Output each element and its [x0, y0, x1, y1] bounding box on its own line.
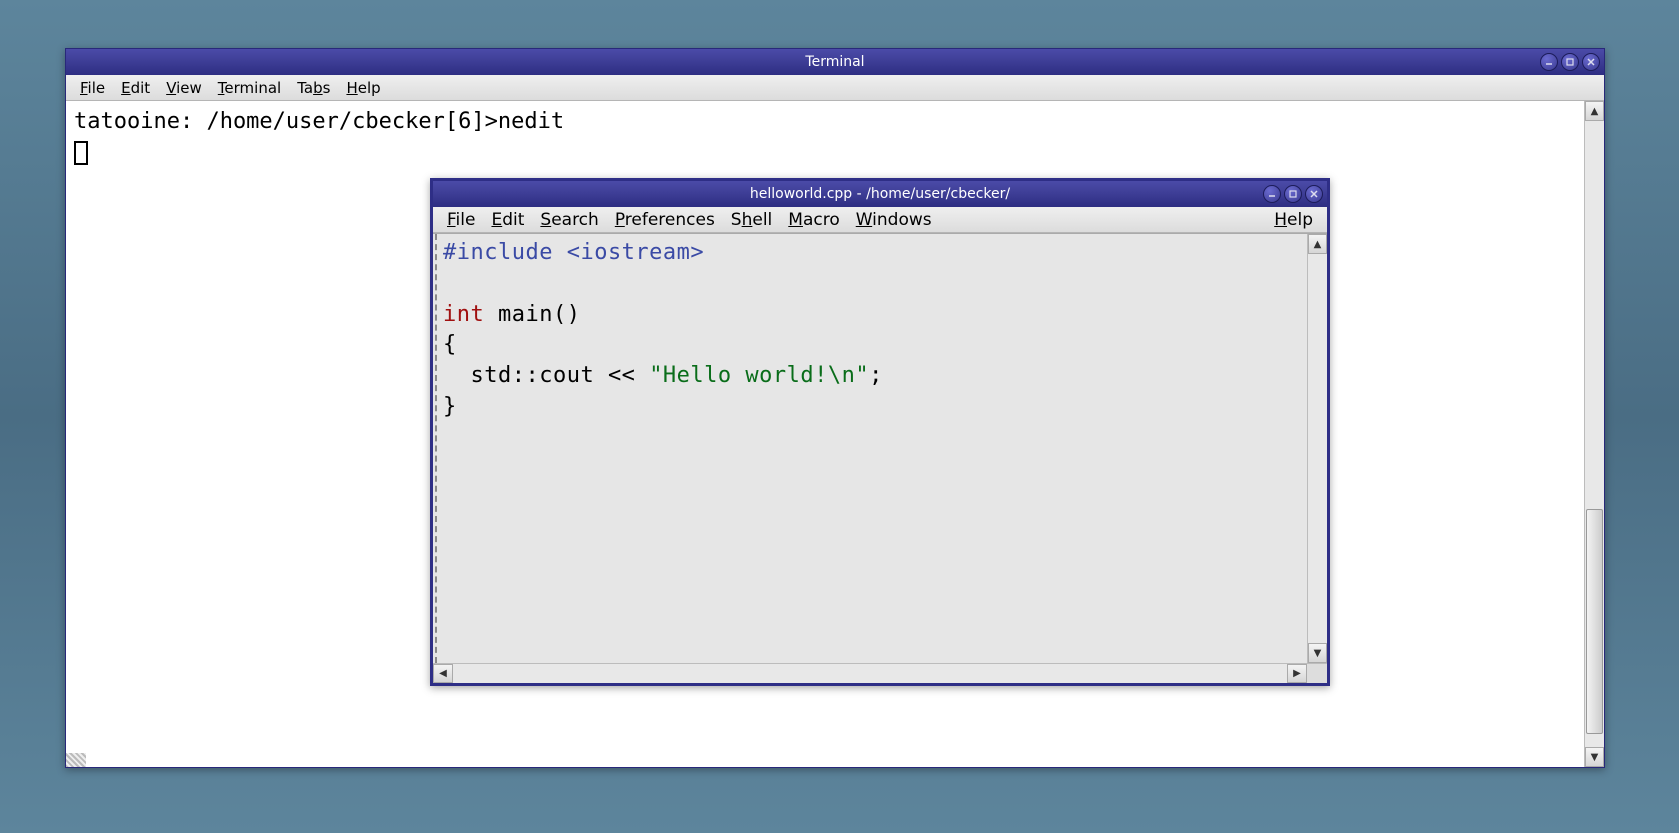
terminal-menubar: File Edit View Terminal Tabs Help: [66, 75, 1604, 101]
nedit-menubar: File Edit Search Preferences Shell Macro…: [433, 207, 1327, 233]
close-button[interactable]: [1305, 185, 1323, 203]
terminal-menu-tabs[interactable]: Tabs: [289, 77, 338, 99]
nedit-menu-preferences[interactable]: Preferences: [607, 208, 723, 232]
close-button[interactable]: [1582, 53, 1600, 71]
terminal-vertical-scrollbar[interactable]: ▲ ▼: [1584, 101, 1604, 767]
terminal-resize-grip[interactable]: [66, 753, 86, 767]
scroll-down-arrow[interactable]: ▼: [1308, 643, 1327, 663]
code-cout-indent: std::cout <<: [443, 363, 649, 388]
terminal-menu-help[interactable]: Help: [338, 77, 388, 99]
code-main: main(): [484, 302, 580, 327]
scroll-track[interactable]: [1585, 121, 1604, 747]
scroll-right-arrow[interactable]: ▶: [1287, 664, 1307, 683]
nedit-title: helloworld.cpp - /home/user/cbecker/: [433, 186, 1327, 202]
terminal-prompt-line: tatooine: /home/user/cbecker[6]>nedit: [74, 109, 564, 134]
scroll-track[interactable]: [1308, 254, 1327, 643]
nedit-titlebar[interactable]: helloworld.cpp - /home/user/cbecker/: [433, 181, 1327, 207]
nedit-window-buttons: [1263, 185, 1323, 203]
scroll-corner: [1307, 664, 1327, 683]
nedit-vertical-scrollbar[interactable]: ▲ ▼: [1307, 234, 1327, 663]
nedit-editor-inner: #include <iostream> int main() { std::co…: [433, 234, 1327, 663]
maximize-button[interactable]: [1561, 53, 1579, 71]
terminal-titlebar[interactable]: Terminal: [66, 49, 1604, 75]
maximize-icon: [1565, 57, 1575, 67]
minimize-icon: [1267, 189, 1277, 199]
nedit-menu-windows[interactable]: Windows: [848, 208, 940, 232]
terminal-window-buttons: [1540, 53, 1600, 71]
nedit-editor-wrap: #include <iostream> int main() { std::co…: [433, 233, 1327, 683]
close-icon: [1309, 189, 1319, 199]
nedit-menu-shell[interactable]: Shell: [723, 208, 780, 232]
minimize-button[interactable]: [1540, 53, 1558, 71]
nedit-menu-file[interactable]: File: [439, 208, 483, 232]
terminal-cursor: [74, 141, 88, 165]
close-icon: [1586, 57, 1596, 67]
nedit-menu-macro[interactable]: Macro: [780, 208, 847, 232]
minimize-button[interactable]: [1263, 185, 1281, 203]
maximize-button[interactable]: [1284, 185, 1302, 203]
nedit-horizontal-scrollbar[interactable]: ◀ ▶: [433, 663, 1327, 683]
scroll-up-arrow[interactable]: ▲: [1585, 101, 1604, 121]
code-int-kw: int: [443, 302, 484, 327]
code-close-brace: }: [443, 394, 457, 419]
nedit-menu-help[interactable]: Help: [1266, 208, 1321, 232]
code-cout-end: ;: [869, 363, 883, 388]
scroll-up-arrow[interactable]: ▲: [1308, 234, 1327, 254]
terminal-menu-edit[interactable]: Edit: [113, 77, 158, 99]
nedit-editor-area[interactable]: #include <iostream> int main() { std::co…: [435, 234, 1307, 663]
scroll-thumb[interactable]: [1586, 509, 1603, 734]
code-string: "Hello world!\n": [649, 363, 869, 388]
scroll-down-arrow[interactable]: ▼: [1585, 747, 1604, 767]
terminal-menu-file[interactable]: File: [72, 77, 113, 99]
minimize-icon: [1544, 57, 1554, 67]
nedit-menu-edit[interactable]: Edit: [483, 208, 532, 232]
maximize-icon: [1288, 189, 1298, 199]
scroll-left-arrow[interactable]: ◀: [433, 664, 453, 683]
code-open-brace: {: [443, 332, 457, 357]
terminal-title: Terminal: [66, 54, 1604, 70]
hscroll-track[interactable]: [453, 664, 1287, 683]
terminal-menu-terminal[interactable]: Terminal: [210, 77, 289, 99]
code-include: #include <iostream>: [443, 240, 704, 265]
terminal-menu-view[interactable]: View: [158, 77, 210, 99]
nedit-window: helloworld.cpp - /home/user/cbecker/ Fil…: [430, 178, 1330, 686]
nedit-menu-search[interactable]: Search: [532, 208, 606, 232]
